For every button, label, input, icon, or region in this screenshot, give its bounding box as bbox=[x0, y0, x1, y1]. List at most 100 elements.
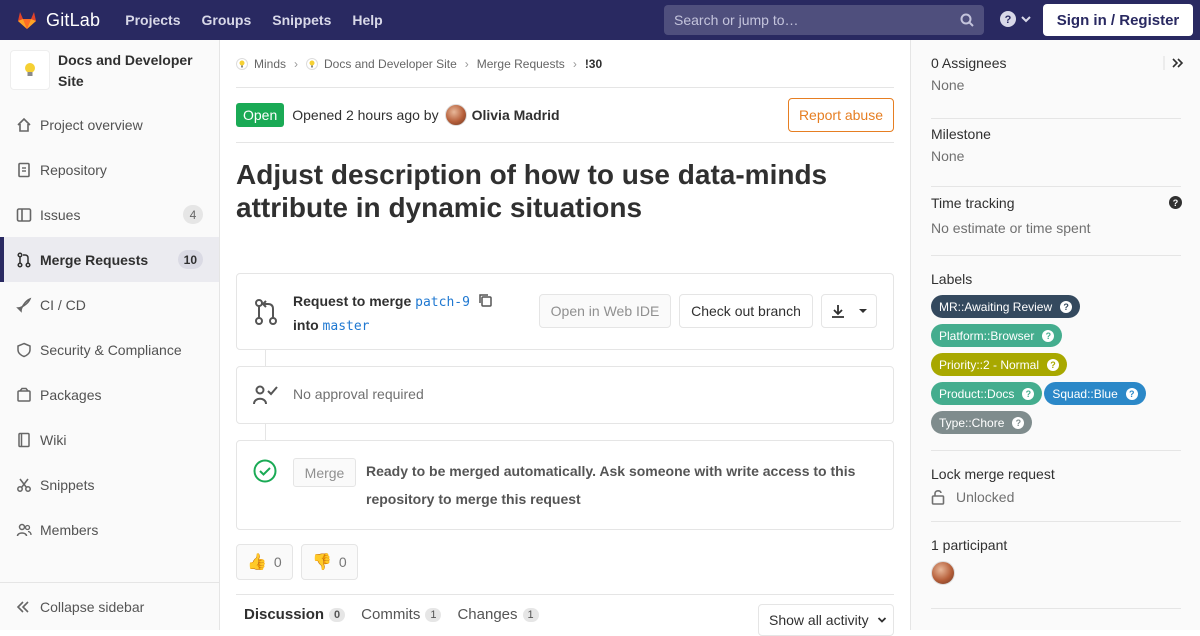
label-badge[interactable]: Type::Chore? bbox=[931, 411, 1033, 434]
sidebar-item-label: Security & Compliance bbox=[40, 341, 182, 358]
source-branch[interactable]: patch-9 bbox=[415, 295, 470, 310]
check-circle-icon bbox=[253, 459, 277, 483]
label-badge[interactable]: MR::Awaiting Review? bbox=[931, 295, 1081, 318]
check-out-branch-button[interactable]: Check out branch bbox=[679, 294, 813, 328]
sidebar-item-label: Snippets bbox=[40, 476, 95, 493]
breadcrumb-merge-requests[interactable]: Merge Requests bbox=[477, 57, 565, 71]
sidebar-item-ci-cd[interactable]: CI / CD bbox=[0, 282, 219, 327]
divider bbox=[931, 521, 1181, 522]
question-circle-icon: ? bbox=[1000, 11, 1016, 27]
author-name[interactable]: Olivia Madrid bbox=[472, 107, 560, 123]
sidebar-item-project-overview[interactable]: Project overview bbox=[0, 102, 219, 147]
author-avatar[interactable] bbox=[444, 104, 467, 126]
expand-sidebar-icon[interactable] bbox=[1163, 56, 1187, 70]
sidebar-item-label: Project overview bbox=[40, 116, 143, 133]
help-dropdown[interactable]: ? bbox=[1000, 11, 1032, 27]
tab-changes[interactable]: Changes 1 bbox=[457, 606, 539, 623]
tab-count: 1 bbox=[425, 607, 442, 622]
question-icon[interactable]: ? bbox=[1125, 387, 1138, 400]
search-placeholder: Search or jump to… bbox=[674, 12, 799, 28]
participant-avatar[interactable] bbox=[931, 561, 955, 585]
issues-count-badge: 4 bbox=[183, 205, 203, 224]
label-text: Product::Docs bbox=[939, 386, 1015, 401]
sidebar-item-members[interactable]: Members bbox=[0, 507, 219, 552]
sidebar-item-packages[interactable]: Packages bbox=[0, 372, 219, 417]
nav-groups[interactable]: Groups bbox=[201, 12, 251, 28]
breadcrumb-current[interactable]: !30 bbox=[585, 57, 602, 71]
question-circle-icon[interactable]: ? bbox=[1169, 196, 1182, 209]
left-sidebar: Docs and Developer Site Project overview… bbox=[0, 40, 220, 630]
status-badge: Open bbox=[236, 103, 285, 127]
milestone-block: Milestone None bbox=[931, 126, 1181, 164]
label-badge[interactable]: Platform::Browser? bbox=[931, 324, 1063, 347]
tab-label: Commits bbox=[361, 606, 421, 623]
sidebar-item-merge-requests[interactable]: Merge Requests 10 bbox=[0, 237, 219, 282]
breadcrumb-project[interactable]: Docs and Developer Site bbox=[324, 57, 457, 71]
merge-widget: Merge Ready to be merged automatically. … bbox=[236, 440, 894, 530]
right-sidebar: 0 Assignees None Milestone None Time tra… bbox=[910, 40, 1200, 630]
tab-commits[interactable]: Commits 1 bbox=[361, 606, 442, 623]
sidebar-item-snippets[interactable]: Snippets bbox=[0, 462, 219, 507]
book-icon bbox=[16, 432, 32, 448]
copy-icon[interactable] bbox=[478, 293, 492, 307]
report-abuse-button[interactable]: Report abuse bbox=[787, 98, 894, 132]
sign-in-button[interactable]: Sign in / Register bbox=[1043, 4, 1193, 36]
question-icon[interactable]: ? bbox=[1047, 358, 1060, 371]
participants-title: 1 participant bbox=[931, 537, 1008, 553]
approval-status: No approval required bbox=[293, 386, 424, 402]
download-dropdown-button[interactable] bbox=[821, 294, 877, 328]
time-tracking-block: Time tracking No estimate or time spent bbox=[931, 195, 1181, 236]
breadcrumb: Minds › Docs and Developer Site › Merge … bbox=[236, 40, 894, 88]
question-icon[interactable]: ? bbox=[1012, 416, 1025, 429]
tab-label: Discussion bbox=[244, 606, 325, 623]
merge-request-icon bbox=[255, 299, 277, 325]
sidebar-item-label: Issues bbox=[40, 206, 81, 223]
users-icon bbox=[16, 522, 32, 538]
divider bbox=[931, 118, 1181, 119]
question-icon[interactable]: ? bbox=[1022, 387, 1035, 400]
lock-value: Unlocked bbox=[956, 489, 1015, 505]
top-navbar: GitLab Projects Groups Snippets Help Sea… bbox=[0, 0, 1200, 40]
tab-count: 1 bbox=[522, 607, 539, 622]
scissors-icon bbox=[16, 477, 32, 493]
sidebar-item-issues[interactable]: Issues 4 bbox=[0, 192, 219, 237]
sidebar-item-repository[interactable]: Repository bbox=[0, 147, 219, 192]
thumbs-up-button[interactable]: 👍 0 bbox=[236, 544, 293, 580]
lock-status: Unlocked bbox=[931, 489, 1181, 505]
download-icon bbox=[832, 305, 844, 318]
target-branch[interactable]: master bbox=[323, 319, 370, 334]
sidebar-item-wiki[interactable]: Wiki bbox=[0, 417, 219, 462]
question-icon[interactable]: ? bbox=[1060, 300, 1073, 313]
sidebar-item-label: Merge Requests bbox=[40, 251, 149, 268]
thumbs-up-count: 0 bbox=[273, 554, 282, 570]
breadcrumb-minds[interactable]: Minds bbox=[254, 57, 286, 71]
shield-icon bbox=[16, 342, 32, 358]
breadcrumb-separator-icon: › bbox=[464, 56, 469, 71]
nav-help[interactable]: Help bbox=[352, 12, 382, 28]
tanuki-icon bbox=[18, 12, 36, 29]
caret-down-icon bbox=[859, 309, 867, 313]
nav-projects[interactable]: Projects bbox=[125, 12, 180, 28]
label-badge[interactable]: Priority::2 - Normal? bbox=[931, 353, 1068, 376]
home-icon bbox=[16, 117, 32, 133]
label-badge[interactable]: Squad::Blue? bbox=[1044, 382, 1146, 405]
tab-count: 0 bbox=[329, 607, 346, 622]
project-header[interactable]: Docs and Developer Site bbox=[0, 40, 219, 102]
sidebar-item-security-compliance[interactable]: Security & Compliance bbox=[0, 327, 219, 372]
divider bbox=[931, 186, 1181, 187]
merge-request-icon bbox=[16, 251, 32, 268]
gitlab-logo[interactable]: GitLab bbox=[16, 9, 100, 31]
issues-icon bbox=[16, 207, 32, 223]
label-badge[interactable]: Product::Docs? bbox=[931, 382, 1043, 405]
activity-filter-dropdown[interactable]: Show all activity bbox=[758, 604, 894, 636]
merge-button[interactable]: Merge bbox=[293, 458, 356, 487]
divider bbox=[931, 255, 1181, 256]
open-in-web-ide-button[interactable]: Open in Web IDE bbox=[539, 294, 671, 328]
nav-snippets[interactable]: Snippets bbox=[272, 12, 331, 28]
search-input[interactable]: Search or jump to… bbox=[664, 5, 984, 35]
time-tracking-value: No estimate or time spent bbox=[931, 220, 1091, 236]
thumbs-down-button[interactable]: 👎 0 bbox=[301, 544, 358, 580]
collapse-sidebar-button[interactable]: Collapse sidebar bbox=[0, 582, 219, 630]
question-icon[interactable]: ? bbox=[1042, 329, 1055, 342]
tab-discussion[interactable]: Discussion 0 bbox=[244, 606, 346, 623]
